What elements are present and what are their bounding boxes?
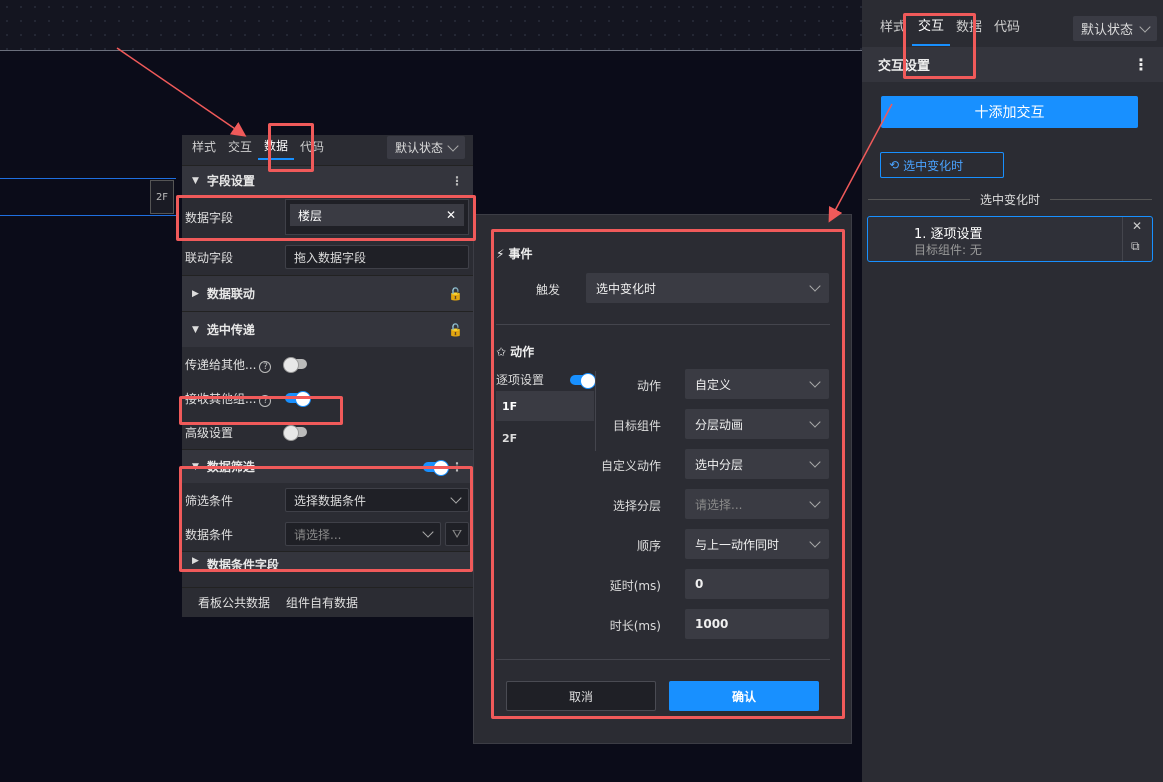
lock-icon: 🔓 <box>448 322 463 337</box>
event-tag[interactable]: ⟲ 选中变化时 <box>880 152 1004 178</box>
highlight-data-filter <box>179 466 473 572</box>
tab-code[interactable]: 代码 <box>988 10 1026 46</box>
divider <box>1122 217 1123 261</box>
highlight-dialog <box>491 229 845 719</box>
divider-line <box>868 199 970 200</box>
event-tag-text: 选中变化时 <box>903 158 964 173</box>
link-field-placeholder: 拖入数据字段 <box>294 250 367 265</box>
cursor-click-icon: ⟲ <box>889 158 900 172</box>
floor-tag[interactable]: 2F <box>150 180 174 214</box>
footer-tabs: 看板公共数据 组件自有数据 <box>182 587 473 617</box>
state-select[interactable]: 默认状态 <box>386 136 465 159</box>
state-select-value: 默认状态 <box>394 141 443 155</box>
pass-to-others-label: 传递给其他...? <box>185 356 285 373</box>
right-interaction-panel: 样式 交互 数据 代码 默认状态 交互设置 ⋮ 十添加交互 ⟲ 选中变化时 选中变… <box>862 0 1163 782</box>
caret-right-icon: ▶ <box>192 288 199 299</box>
copy-icon[interactable]: ⧉ <box>1131 239 1140 254</box>
tab-component-own-data[interactable]: 组件自有数据 <box>286 594 358 611</box>
section-title: 字段设置 <box>206 174 255 188</box>
pass-label-text: 传递给其他... <box>185 357 257 372</box>
more-icon[interactable]: ⋮ <box>451 174 463 188</box>
card-title: 1. 逐项设置 <box>914 227 983 242</box>
highlight-data-field <box>176 195 476 241</box>
close-icon[interactable]: ✕ <box>1132 219 1142 233</box>
link-field-row: 联动字段 拖入数据字段 <box>182 239 473 275</box>
highlight-data-tab <box>268 123 314 172</box>
tab-interaction[interactable]: 交互 <box>222 135 258 160</box>
link-field-label: 联动字段 <box>185 250 234 265</box>
highlight-receive-toggle <box>179 396 343 425</box>
help-icon[interactable]: ? <box>259 360 272 373</box>
lock-icon: 🔓 <box>448 286 463 301</box>
state-select-value: 默认状态 <box>1080 23 1133 38</box>
canvas-top-strip <box>0 0 862 50</box>
chevron-down-icon <box>447 139 459 152</box>
divider-line <box>1050 199 1153 200</box>
tab-style[interactable]: 样式 <box>186 135 222 160</box>
divider-title: 选中变化时 <box>980 193 1041 207</box>
section-title: 选中传递 <box>206 323 255 337</box>
advanced-label: 高级设置 <box>185 425 234 440</box>
event-divider: 选中变化时 <box>868 191 1153 208</box>
link-field-input[interactable]: 拖入数据字段 <box>285 245 469 269</box>
canvas-divider <box>0 50 862 51</box>
interaction-card[interactable]: 1. 逐项设置 目标组件: 无 ✕ ⧉ <box>867 216 1153 262</box>
section-field-settings[interactable]: ▼ 字段设置 ⋮ <box>182 165 473 195</box>
state-select[interactable]: 默认状态 <box>1072 16 1157 41</box>
section-selected-pass[interactable]: ▼ 选中传递 🔓 <box>182 311 473 347</box>
section-data-link[interactable]: ▶ 数据联动 🔓 <box>182 275 473 311</box>
pass-to-others-row: 传递给其他...? <box>182 347 473 381</box>
pass-toggle[interactable] <box>283 357 307 373</box>
highlight-interaction-tab <box>903 13 976 79</box>
mid-tab-bar: 样式 交互 数据 代码 默认状态 <box>182 135 473 160</box>
more-icon[interactable]: ⋮ <box>1133 55 1149 74</box>
caret-down-icon: ▼ <box>192 324 199 335</box>
chevron-down-icon <box>1139 20 1151 33</box>
advanced-toggle[interactable] <box>283 425 307 441</box>
tab-board-public-data[interactable]: 看板公共数据 <box>198 594 270 611</box>
caret-down-icon: ▼ <box>192 175 199 186</box>
card-subtitle: 目标组件: 无 <box>914 243 982 257</box>
add-interaction-button[interactable]: 十添加交互 <box>881 96 1138 128</box>
section-title: 数据联动 <box>206 287 255 301</box>
